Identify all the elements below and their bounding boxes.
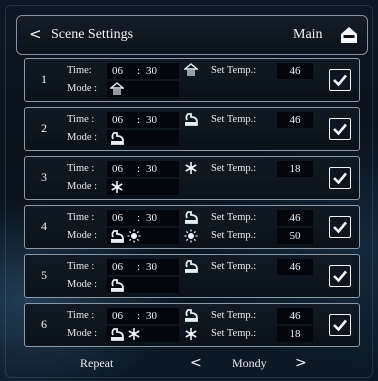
- next-day-button[interactable]: >: [295, 355, 307, 371]
- time-colon: :: [137, 261, 141, 273]
- cooling-snowflake-icon: [127, 327, 141, 346]
- hot-water-icon: [184, 210, 198, 229]
- scene-number: 2: [41, 121, 47, 135]
- checkmark-icon: [333, 172, 347, 185]
- scene-row-4: 4 Time : 06 : 30 Mode : Set Temp.: 46 Se…: [24, 205, 360, 249]
- time-minute[interactable]: 30: [146, 210, 157, 226]
- cooling-snowflake-icon: [110, 180, 124, 199]
- checkmark-icon: [333, 74, 347, 87]
- set-temp-label: Set Temp.:: [211, 163, 257, 174]
- hot-water-icon: [184, 308, 198, 327]
- time-colon: :: [137, 212, 141, 224]
- back-button[interactable]: <: [29, 24, 43, 44]
- enable-checkbox[interactable]: [329, 265, 351, 287]
- hot-water-icon: [110, 278, 124, 297]
- scene-number: 5: [41, 268, 47, 282]
- set-temp-label: Set Temp.:: [211, 212, 257, 223]
- set-temp-value[interactable]: 46: [277, 112, 313, 128]
- set-temp-value[interactable]: 46: [277, 63, 313, 79]
- enable-checkbox[interactable]: [329, 118, 351, 140]
- scene-number: 3: [41, 170, 47, 184]
- time-minute[interactable]: 30: [146, 161, 157, 177]
- set-temp-value[interactable]: 18: [277, 161, 313, 177]
- time-colon: :: [137, 163, 141, 175]
- mode-label: Mode :: [67, 230, 98, 241]
- time-hour[interactable]: 06: [112, 112, 123, 128]
- cooling-snowflake-icon: [184, 161, 198, 180]
- set-temp-value[interactable]: 50: [277, 228, 313, 244]
- checkmark-icon: [333, 123, 347, 136]
- hot-water-icon: [110, 131, 124, 150]
- mode-label: Mode :: [67, 83, 98, 94]
- scene-number: 4: [41, 219, 47, 233]
- time-minute[interactable]: 30: [146, 112, 157, 128]
- house-icon[interactable]: [339, 25, 359, 45]
- repeat-day: Mondy: [232, 356, 267, 370]
- scene-number: 6: [41, 317, 47, 331]
- main-link[interactable]: Main: [293, 26, 323, 44]
- scene-row-6: 6 Time : 06 : 30 Mode : Set Temp.: 46 Se…: [24, 303, 360, 347]
- hot-water-icon: [110, 229, 124, 248]
- time-hour[interactable]: 06: [112, 63, 123, 79]
- enable-checkbox[interactable]: [329, 69, 351, 91]
- enable-checkbox[interactable]: [329, 216, 351, 238]
- time-minute[interactable]: 30: [146, 63, 157, 79]
- prev-day-button[interactable]: <: [190, 355, 202, 371]
- time-colon: :: [137, 310, 141, 322]
- scene-row-5: 5 Time : 06 : 30 Mode : Set Temp.: 46: [24, 254, 360, 298]
- mode-label: Mode :: [67, 279, 98, 290]
- set-temp-value[interactable]: 18: [277, 326, 313, 342]
- repeat-label: Repeat: [80, 356, 114, 370]
- set-temp-value[interactable]: 46: [277, 210, 313, 226]
- time-label: Time :: [67, 310, 95, 321]
- time-label: Time :: [67, 163, 95, 174]
- sun-heating-icon: [127, 229, 141, 248]
- time-colon: :: [137, 65, 141, 77]
- time-label: Time :: [67, 114, 95, 125]
- scene-row-1: 1 Time: 06 : 30 Mode : Set Temp.: 46: [24, 58, 360, 102]
- checkmark-icon: [333, 270, 347, 283]
- mode-label: Mode :: [67, 181, 98, 192]
- set-temp-label: Set Temp.:: [211, 328, 257, 339]
- scene-number: 1: [41, 72, 47, 86]
- page-title: Scene Settings: [51, 27, 134, 42]
- header-bar: < Scene Settings Main: [16, 15, 368, 55]
- time-label: Time:: [67, 65, 92, 76]
- checkmark-icon: [333, 221, 347, 234]
- enable-checkbox[interactable]: [329, 167, 351, 189]
- scene-row-3: 3 Time : 06 : 30 Mode : Set Temp.: 18: [24, 156, 360, 200]
- enable-checkbox[interactable]: [329, 314, 351, 336]
- mode-label: Mode :: [67, 132, 98, 143]
- hot-water-icon: [184, 259, 198, 278]
- set-temp-label: Set Temp.:: [211, 230, 257, 241]
- time-minute[interactable]: 30: [146, 259, 157, 275]
- hot-water-icon: [184, 112, 198, 131]
- cooling-snowflake-icon: [184, 327, 198, 346]
- set-temp-value[interactable]: 46: [277, 308, 313, 324]
- heat-icon: [109, 82, 125, 101]
- time-hour[interactable]: 06: [112, 210, 123, 226]
- time-hour[interactable]: 06: [112, 308, 123, 324]
- set-temp-label: Set Temp.:: [211, 261, 257, 272]
- time-hour[interactable]: 06: [112, 161, 123, 177]
- time-minute[interactable]: 30: [146, 308, 157, 324]
- set-temp-label: Set Temp.:: [211, 114, 257, 125]
- time-label: Time :: [67, 212, 95, 223]
- set-temp-label: Set Temp.:: [211, 65, 257, 76]
- sun-heating-icon: [184, 229, 198, 248]
- scene-row-2: 2 Time : 06 : 30 Mode : Set Temp.: 46: [24, 107, 360, 151]
- time-hour[interactable]: 06: [112, 259, 123, 275]
- hot-water-icon: [110, 327, 124, 346]
- heat-icon: [183, 63, 199, 82]
- mode-label: Mode :: [67, 328, 98, 339]
- time-colon: :: [137, 114, 141, 126]
- checkmark-icon: [333, 319, 347, 332]
- set-temp-label: Set Temp.:: [211, 310, 257, 321]
- time-label: Time :: [67, 261, 95, 272]
- set-temp-value[interactable]: 46: [277, 259, 313, 275]
